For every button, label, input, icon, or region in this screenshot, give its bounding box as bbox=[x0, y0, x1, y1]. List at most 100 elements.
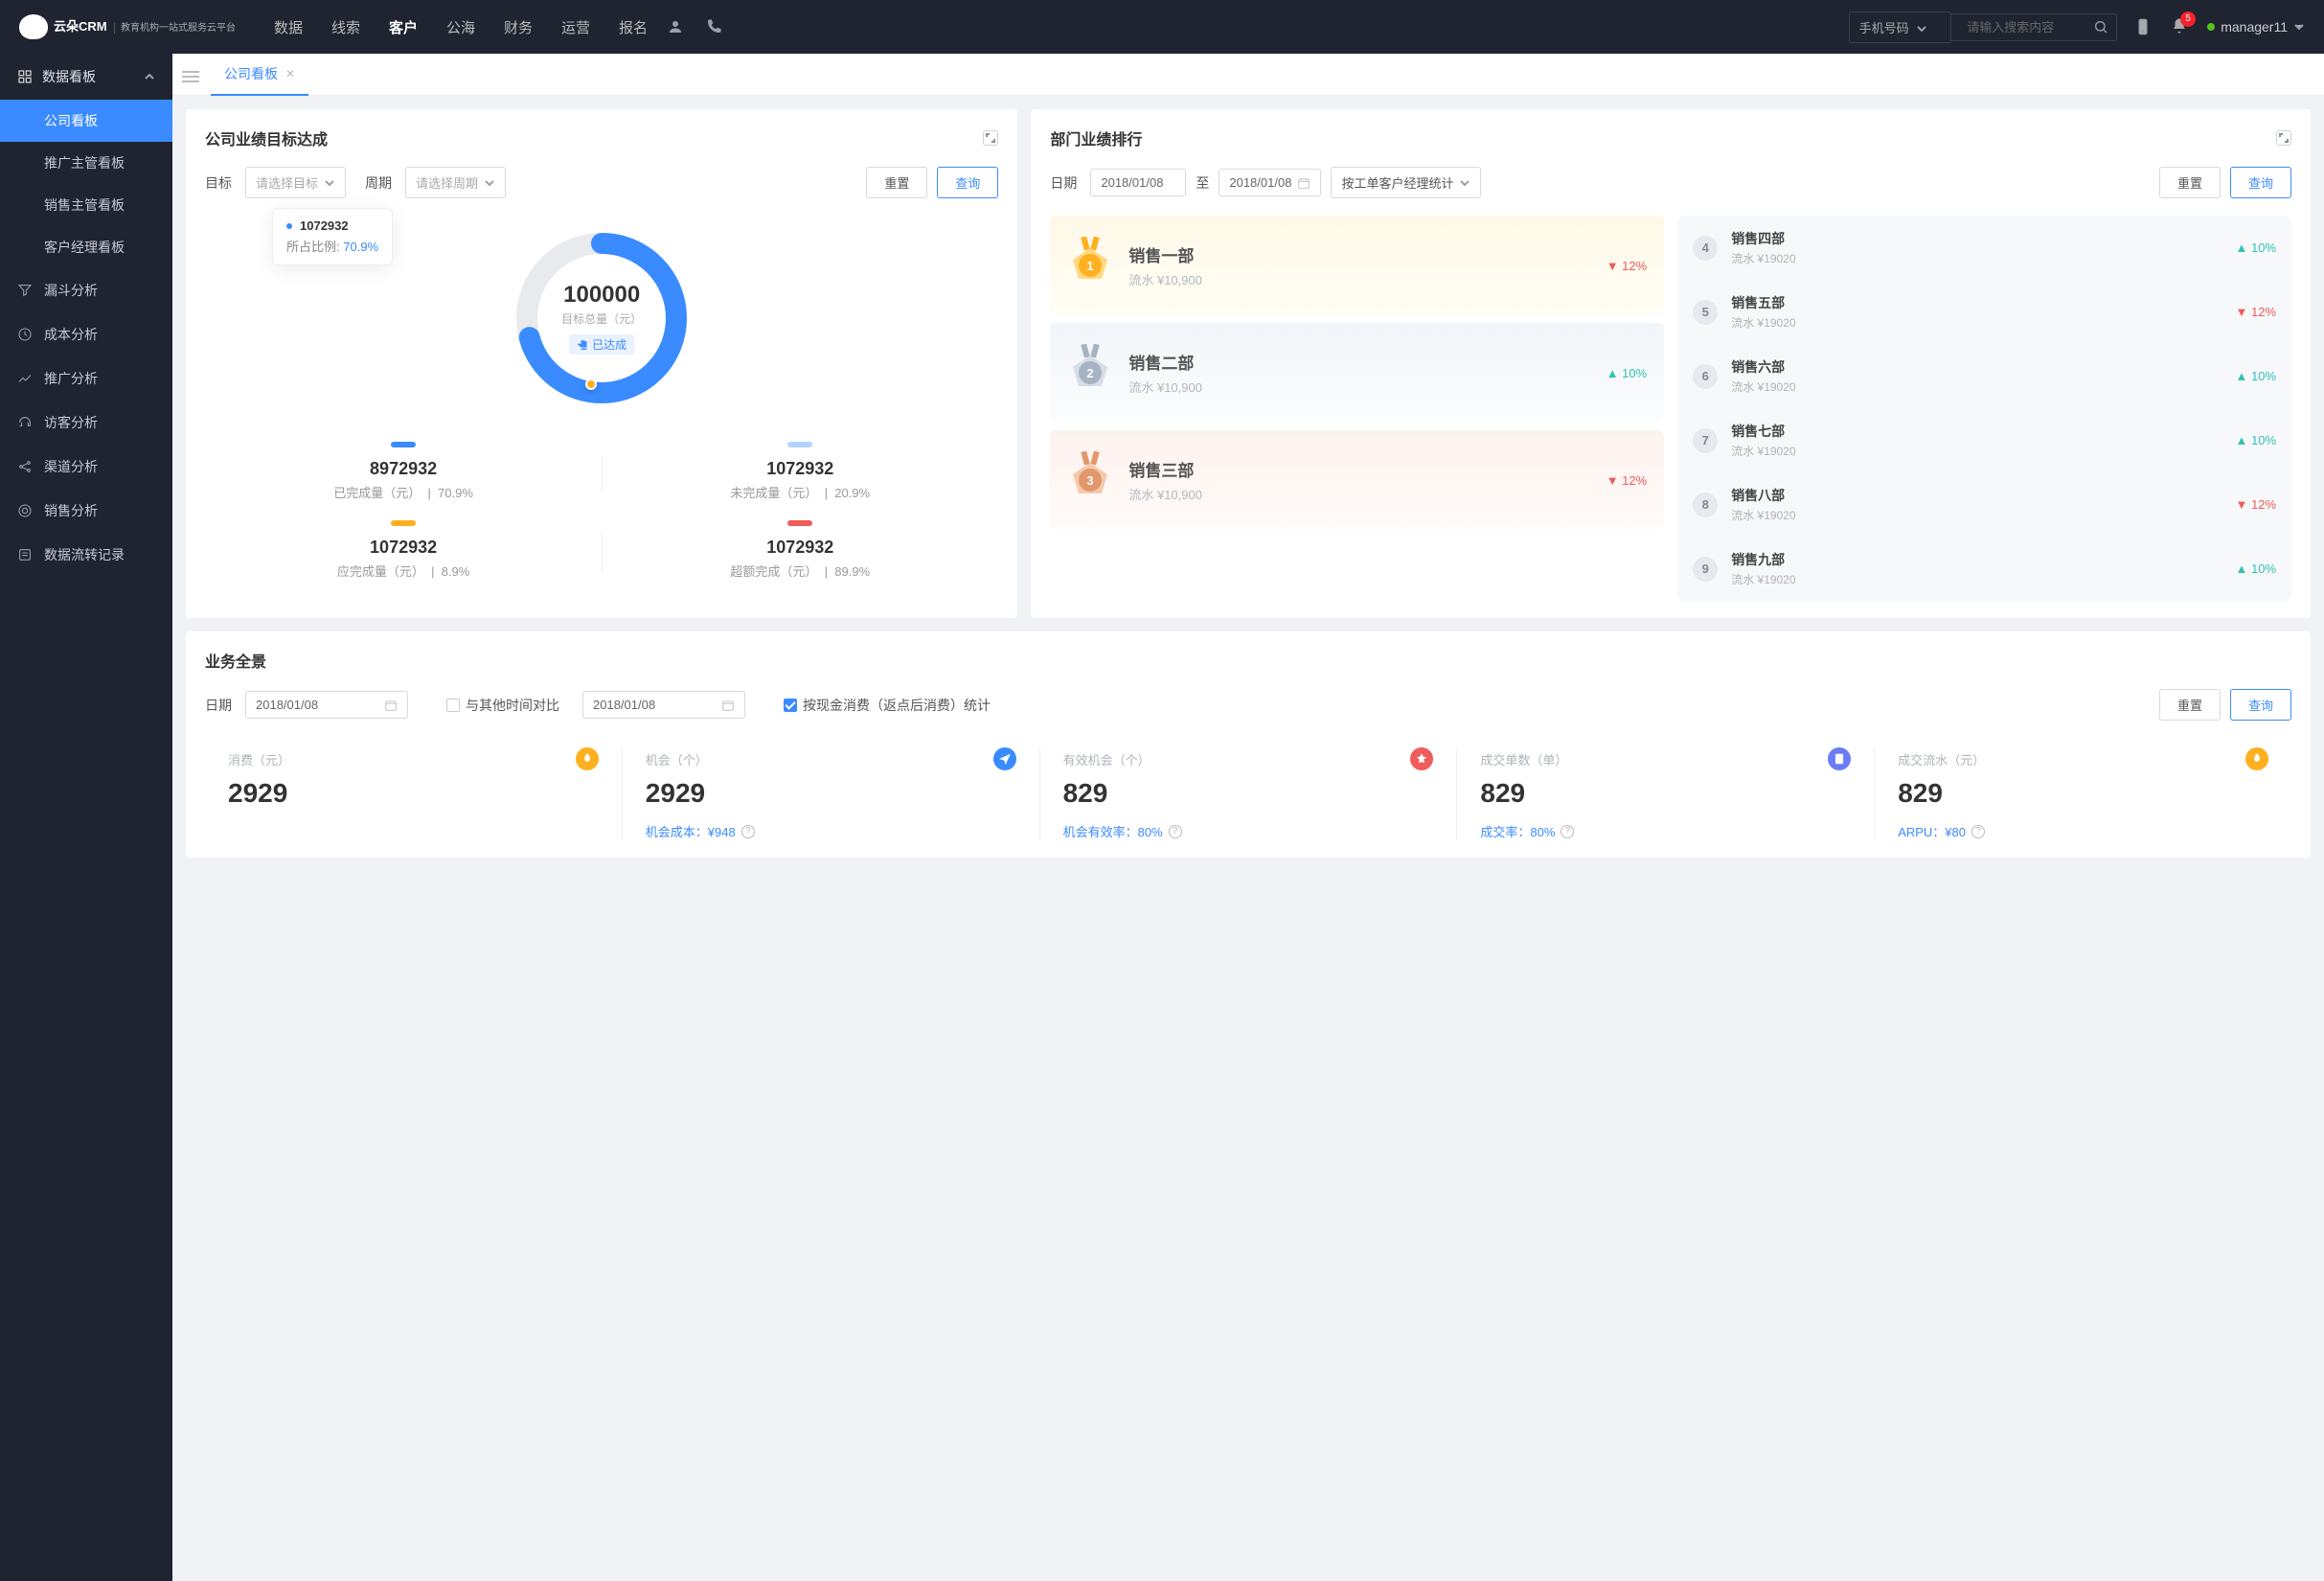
notification-bell[interactable]: 5 bbox=[2171, 17, 2188, 37]
sidebar-item-cust-mgr[interactable]: 客户经理看板 bbox=[0, 226, 172, 268]
metric-value: 8972932 bbox=[370, 459, 437, 479]
phone-icon[interactable] bbox=[705, 18, 722, 35]
search-type-select[interactable]: 手机号码 bbox=[1849, 11, 1952, 43]
sidebar-funnel[interactable]: 漏斗分析 bbox=[0, 268, 172, 312]
tab-close-icon[interactable]: ✕ bbox=[285, 67, 295, 80]
achieved-badge: 已达成 bbox=[569, 334, 634, 355]
metric-bar-icon bbox=[391, 442, 416, 447]
rank-expand-button[interactable] bbox=[2276, 130, 2291, 146]
rank-statby-select[interactable]: 按工单客户经理统计 bbox=[1331, 167, 1481, 198]
rank-number: 7 bbox=[1693, 428, 1718, 453]
ov-date2-input[interactable]: 2018/01/08 bbox=[582, 691, 745, 719]
target-select[interactable]: 请选择目标 bbox=[245, 167, 346, 198]
rank-name: 销售六部 bbox=[1731, 357, 2221, 377]
sidebar-visitor[interactable]: 访客分析 bbox=[0, 401, 172, 445]
nav-leads[interactable]: 线索 bbox=[331, 17, 360, 37]
svg-text:2: 2 bbox=[1087, 366, 1094, 380]
ov-query-button[interactable]: 查询 bbox=[2230, 689, 2291, 721]
goal-reset-button[interactable]: 重置 bbox=[866, 167, 927, 198]
rank-number: 6 bbox=[1693, 364, 1718, 389]
notification-count: 5 bbox=[2180, 11, 2196, 27]
overview-item: 有效机会（个）829机会有效率：80% ? bbox=[1039, 747, 1457, 840]
ov-date-label: 日期 bbox=[205, 696, 232, 715]
dashboard-icon bbox=[17, 69, 33, 84]
progress-ring-chart: 100000 目标总量（元） 已达成 bbox=[511, 227, 693, 409]
rank-number: 8 bbox=[1693, 493, 1718, 517]
rank-name: 销售四部 bbox=[1731, 229, 2221, 248]
rank-rest-row[interactable]: 5销售五部流水 ¥19020▼ 12% bbox=[1677, 280, 2291, 344]
goal-metric: 8972932已完成量（元） | 70.9% bbox=[205, 432, 602, 511]
sidebar-item-company[interactable]: 公司看板 bbox=[0, 100, 172, 142]
search-icon[interactable] bbox=[2093, 19, 2108, 34]
rank-date-to[interactable]: 2018/01/08 bbox=[1219, 169, 1321, 196]
nav-signup[interactable]: 报名 bbox=[619, 17, 648, 37]
chevron-up-icon bbox=[144, 71, 155, 82]
ov-icon bbox=[2245, 747, 2268, 770]
sidebar-item-sales-mgr[interactable]: 销售主管看板 bbox=[0, 184, 172, 226]
sidebar: 数据看板 公司看板 推广主管看板 销售主管看板 客户经理看板 漏斗分析 成本分析… bbox=[0, 54, 172, 1581]
sidebar-channel[interactable]: 渠道分析 bbox=[0, 445, 172, 489]
ov-icon bbox=[993, 747, 1016, 770]
sidebar-cost[interactable]: 成本分析 bbox=[0, 312, 172, 356]
nav-finance[interactable]: 财务 bbox=[504, 17, 533, 37]
period-select[interactable]: 请选择周期 bbox=[405, 167, 506, 198]
sidebar-group-dashboard[interactable]: 数据看板 bbox=[0, 54, 172, 100]
ov-label: 成交单数（单） bbox=[1480, 750, 1567, 768]
ov-compare-checkbox[interactable]: 与其他时间对比 bbox=[446, 696, 559, 715]
rank-sub: 流水 ¥19020 bbox=[1731, 443, 2221, 459]
ov-value: 2929 bbox=[228, 778, 599, 809]
rank-rest-row[interactable]: 6销售六部流水 ¥19020▲ 10% bbox=[1677, 344, 2291, 408]
goal-metric: 1072932超额完成（元） | 89.9% bbox=[602, 511, 998, 589]
metric-bar-icon bbox=[787, 520, 812, 526]
ranking-card: 部门业绩排行 日期 2018/01/08 至 2018/01/08 按工单客户经… bbox=[1031, 109, 2311, 618]
rank-date-from[interactable]: 2018/01/08 bbox=[1090, 169, 1186, 196]
rank-top-row[interactable]: 1销售一部流水 ¥10,900▼ 12% bbox=[1050, 216, 1664, 315]
nav-data[interactable]: 数据 bbox=[274, 17, 303, 37]
overview-card: 业务全景 日期 2018/01/08 与其他时间对比 2018/01/08 按现… bbox=[186, 631, 2311, 858]
rank-top-row[interactable]: 2销售二部流水 ¥10,900▲ 10% bbox=[1050, 323, 1664, 423]
ov-cash-checkbox[interactable]: 按现金消费（返点后消费）统计 bbox=[784, 696, 991, 715]
ov-icon bbox=[1410, 747, 1433, 770]
rank-title: 部门业绩排行 bbox=[1050, 126, 1142, 149]
rank-rest-row[interactable]: 4销售四部流水 ¥19020▲ 10% bbox=[1677, 216, 2291, 280]
rank-query-button[interactable]: 查询 bbox=[2230, 167, 2291, 198]
nav-customers[interactable]: 客户 bbox=[389, 17, 418, 37]
goal-title: 公司业绩目标达成 bbox=[205, 126, 328, 149]
ov-icon bbox=[576, 747, 599, 770]
rank-reset-button[interactable]: 重置 bbox=[2159, 167, 2221, 198]
rank-rest-row[interactable]: 9销售九部流水 ¥19020▲ 10% bbox=[1677, 537, 2291, 601]
tab-company-board[interactable]: 公司看板 ✕ bbox=[211, 54, 308, 96]
rank-rest-row[interactable]: 8销售八部流水 ¥19020▼ 12% bbox=[1677, 472, 2291, 537]
help-icon[interactable]: ? bbox=[1971, 825, 1985, 838]
ov-label: 成交流水（元） bbox=[1898, 750, 1985, 768]
logo-icon bbox=[19, 14, 48, 39]
expand-button[interactable] bbox=[983, 130, 998, 146]
ov-date-input[interactable]: 2018/01/08 bbox=[245, 691, 408, 719]
help-icon[interactable]: ? bbox=[1169, 825, 1182, 838]
ov-reset-button[interactable]: 重置 bbox=[2159, 689, 2221, 721]
sidebar-sales[interactable]: 销售分析 bbox=[0, 489, 172, 533]
search-input[interactable] bbox=[1959, 14, 2093, 40]
trend-badge: ▼ 12% bbox=[2236, 497, 2277, 512]
rank-top-row[interactable]: 3销售三部流水 ¥10,900▼ 12% bbox=[1050, 430, 1664, 530]
chart-tooltip: 1072932 所占比例: 70.9% bbox=[272, 208, 393, 265]
help-icon[interactable]: ? bbox=[741, 825, 755, 838]
user-menu[interactable]: manager11 bbox=[2207, 19, 2305, 34]
metric-bar-icon bbox=[391, 520, 416, 526]
user-icon[interactable] bbox=[667, 18, 684, 35]
username: manager11 bbox=[2221, 19, 2288, 34]
device-icon[interactable] bbox=[2134, 18, 2152, 35]
sidebar-flow[interactable]: 数据流转记录 bbox=[0, 533, 172, 577]
nav-pool[interactable]: 公海 bbox=[446, 17, 475, 37]
nav-ops[interactable]: 运营 bbox=[561, 17, 590, 37]
ov-value: 829 bbox=[1063, 778, 1434, 809]
rank-rest-row[interactable]: 7销售七部流水 ¥19020▲ 10% bbox=[1677, 408, 2291, 472]
medal-icon: 3 bbox=[1067, 451, 1113, 509]
goal-query-button[interactable]: 查询 bbox=[937, 167, 998, 198]
rank-number: 9 bbox=[1693, 557, 1718, 582]
help-icon[interactable]: ? bbox=[1561, 825, 1574, 838]
trend-badge: ▲ 10% bbox=[2236, 241, 2277, 255]
sidebar-item-promo-mgr[interactable]: 推广主管看板 bbox=[0, 142, 172, 184]
sidebar-promo[interactable]: 推广分析 bbox=[0, 356, 172, 401]
collapse-sidebar-button[interactable] bbox=[182, 68, 199, 81]
